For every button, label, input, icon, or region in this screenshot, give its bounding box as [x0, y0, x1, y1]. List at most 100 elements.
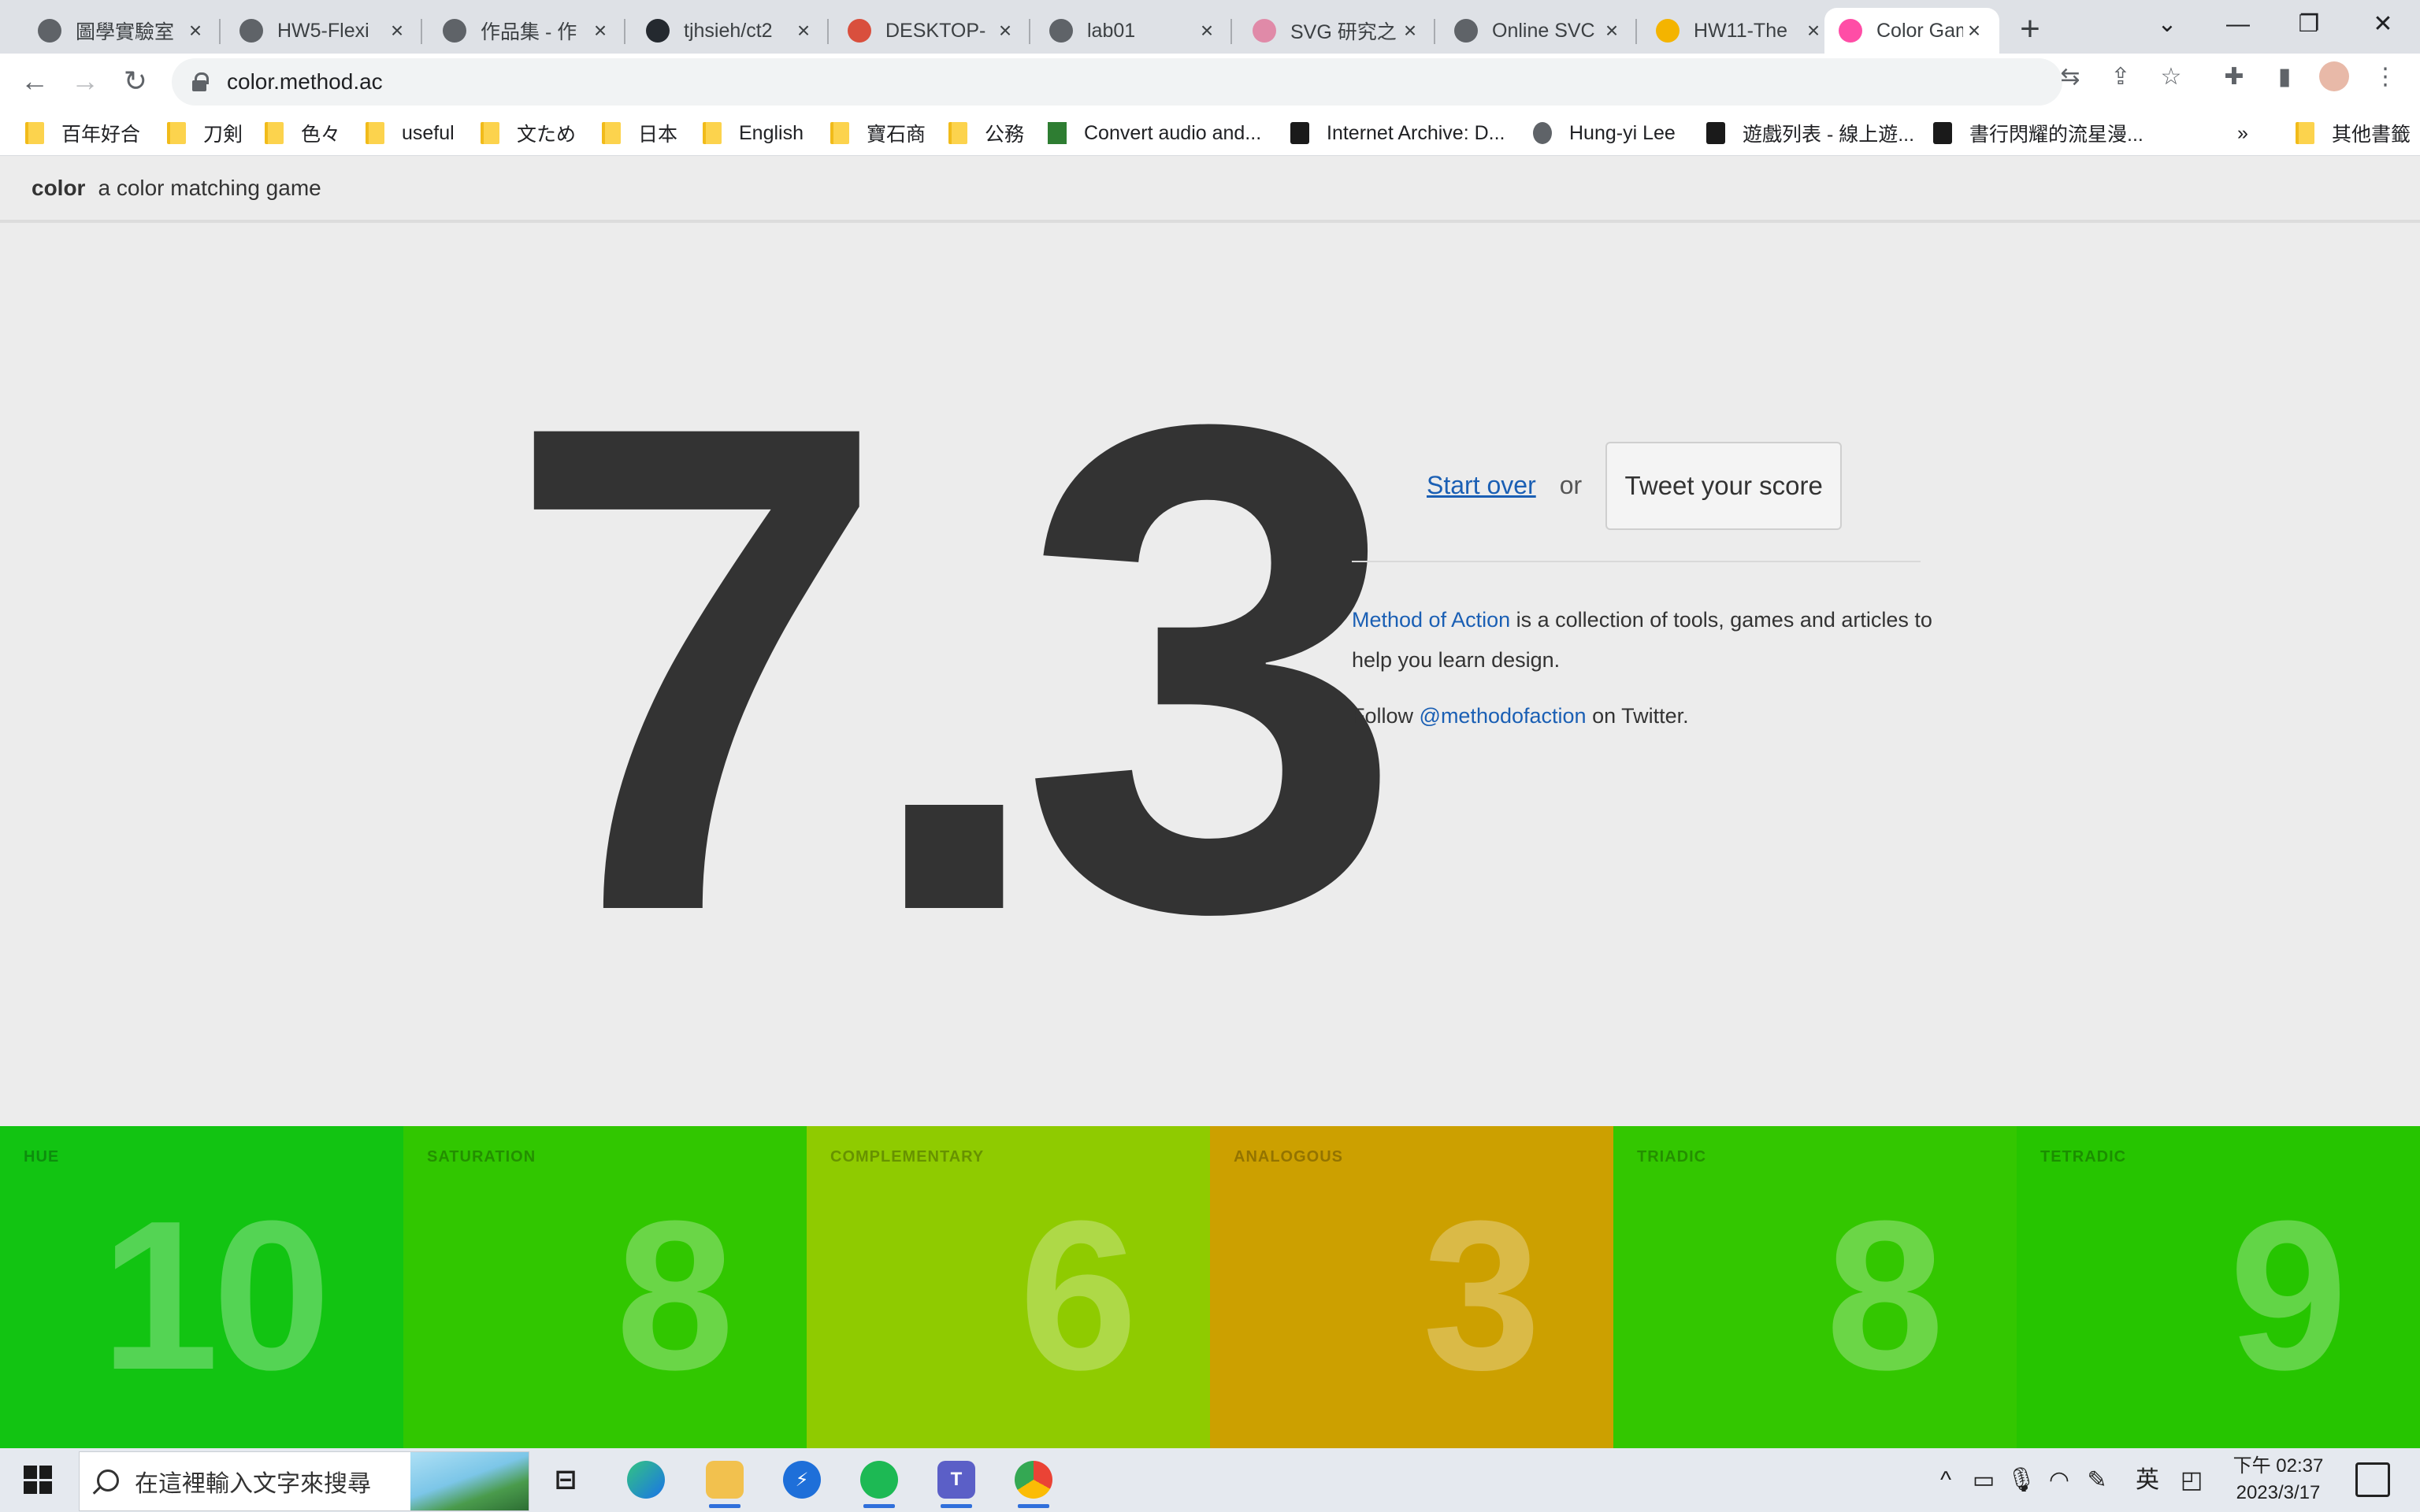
bookmark-item[interactable]: » [2237, 120, 2248, 146]
chrome-icon[interactable] [1015, 1461, 1052, 1508]
task-view-icon[interactable]: ⊟ [547, 1461, 585, 1499]
folder-icon [167, 122, 186, 144]
bookmark-item[interactable]: 文ため [481, 120, 576, 146]
reload-icon[interactable]: ↻ [115, 61, 156, 102]
bookmark-label: 遊戲列表 - 線上遊... [1743, 124, 1915, 146]
profile-avatar[interactable] [2319, 61, 2349, 91]
menu-kebab-icon[interactable]: ⋮ [2370, 61, 2401, 93]
bookmark-item[interactable]: 遊戲列表 - 線上遊... [1706, 120, 1914, 146]
folder-icon [830, 122, 849, 144]
tab-10[interactable]: Color Gam × [1824, 8, 1999, 54]
close-window-button[interactable]: ✕ [2348, 5, 2418, 44]
file-explorer-icon[interactable] [706, 1461, 744, 1508]
bookmark-item[interactable]: 日本 [602, 120, 677, 146]
edge-browser-icon[interactable] [627, 1461, 665, 1499]
close-tab-icon[interactable]: × [792, 18, 815, 43]
browser-tab-strip: + ⌄ — ❐ ✕ 圖學實驗室 × HW5-Flexi × 作品集 - 作 × tjhsie… [0, 0, 2420, 54]
close-tab-icon[interactable]: × [1601, 18, 1623, 43]
close-tab-icon[interactable]: × [386, 18, 408, 43]
bookmark-label: Hung-yi Lee [1569, 121, 1676, 144]
tile-score: 9 [2229, 1177, 2348, 1414]
tile-label: TETRADIC [2040, 1148, 2127, 1166]
bookmark-item[interactable]: 公務 [948, 120, 1024, 146]
forward-arrow-icon[interactable]: → [65, 61, 106, 102]
method-of-action-link[interactable]: Method of Action [1352, 608, 1510, 632]
bookmark-label: 書行閃耀的流星漫... [1969, 124, 2143, 146]
windows-start-icon[interactable] [24, 1466, 52, 1494]
translate-icon[interactable]: ⇆ [2054, 61, 2086, 93]
bookmark-item[interactable]: English [703, 120, 804, 146]
start-over-link[interactable]: Start over [1427, 471, 1536, 500]
close-tab-icon[interactable]: × [589, 18, 611, 43]
site-favicon-icon [1048, 122, 1067, 144]
taskbar-search-box[interactable]: 在這裡輸入文字來搜尋 [79, 1451, 529, 1511]
bookmark-item[interactable]: 百年好合 [25, 120, 140, 146]
bookmark-item[interactable]: 色々 [265, 120, 340, 146]
twitter-handle-link[interactable]: @methodofaction [1420, 704, 1587, 728]
bookmark-label: useful [402, 121, 455, 144]
pinned-app-icon[interactable]: ⚡ [783, 1461, 821, 1499]
tab-title: HW5-Flexi [277, 19, 369, 42]
bookmark-item[interactable]: Hung-yi Lee [1533, 120, 1676, 146]
tab-9[interactable]: HW11-The × [1642, 8, 1839, 54]
new-tab-button[interactable]: + [2010, 11, 2050, 50]
bookmark-item[interactable]: 寶石商 [830, 120, 926, 146]
bookmark-label: 公務 [985, 124, 1025, 146]
site-name[interactable]: color [32, 176, 85, 201]
close-tab-icon[interactable]: × [1399, 18, 1421, 43]
address-bar[interactable]: color.method.ac [172, 58, 2062, 106]
follow-prefix: Follow [1352, 704, 1420, 728]
lock-icon[interactable] [191, 72, 209, 92]
tab-2[interactable]: HW5-Flexi × [225, 8, 422, 54]
bookmark-item[interactable]: Convert audio and... [1048, 120, 1261, 146]
system-clock[interactable]: 下午 02:37 2023/3/17 [2228, 1453, 2329, 1506]
ime-mode-icon[interactable]: ◰ [2176, 1467, 2207, 1494]
bookmark-item[interactable]: useful [366, 120, 455, 146]
tab-7[interactable]: SVG 研究之 × [1238, 8, 1435, 54]
tab-3[interactable]: 作品集 - 作 × [429, 8, 625, 54]
spotify-icon[interactable] [860, 1461, 898, 1508]
score-tile-complementary: COMPLEMENTARY 6 [807, 1126, 1210, 1449]
bookmark-label: English [739, 121, 804, 144]
tray-chevron-icon[interactable]: ^ [1930, 1467, 1962, 1494]
bookmark-item[interactable]: Internet Archive: D... [1290, 120, 1505, 146]
tweet-score-button[interactable]: Tweet your score [1605, 441, 1843, 530]
close-tab-icon[interactable]: × [1196, 18, 1218, 43]
battery-icon[interactable]: ▭ [1968, 1467, 1999, 1494]
bookmark-label: 日本 [638, 124, 678, 146]
tab-6[interactable]: lab01 × [1035, 8, 1232, 54]
close-tab-icon[interactable]: × [184, 18, 206, 43]
tab-5[interactable]: DESKTOP- × [833, 8, 1030, 54]
bookmark-item[interactable]: 刀剣 [167, 120, 243, 146]
tab-8[interactable]: Online SVC × [1440, 8, 1637, 54]
wifi-icon[interactable]: ◠ [2043, 1467, 2075, 1494]
share-icon[interactable]: ⇪ [2105, 61, 2136, 93]
pen-icon[interactable]: ✎ [2081, 1467, 2113, 1494]
tab-1[interactable]: 圖學實驗室 × [24, 8, 221, 54]
tile-score: 3 [1422, 1177, 1541, 1414]
back-arrow-icon[interactable]: ← [14, 61, 55, 102]
close-tab-icon[interactable]: × [1963, 18, 1985, 43]
bookmark-label: 色々 [301, 124, 341, 146]
score-tile-triadic: TRIADIC 8 [1613, 1126, 2017, 1449]
color-wheel-icon [1839, 19, 1862, 43]
tab-search-chevron-icon[interactable]: ⌄ [2132, 5, 2203, 44]
restore-button[interactable]: ❐ [2273, 5, 2344, 44]
site-header: color a color matching game [0, 157, 2420, 223]
close-tab-icon[interactable]: × [994, 18, 1016, 43]
extensions-puzzle-icon[interactable]: ✚ [2218, 61, 2250, 93]
close-tab-icon[interactable]: × [1802, 18, 1824, 43]
microphone-icon[interactable]: 🎙 [2006, 1467, 2037, 1494]
notification-center-icon[interactable] [2355, 1462, 2390, 1497]
teams-icon[interactable]: T [937, 1461, 975, 1508]
tab-title: lab01 [1087, 19, 1136, 42]
site-favicon-icon [1706, 122, 1725, 144]
bookmark-item[interactable]: 其他書籤 [2296, 120, 2411, 146]
minimize-button[interactable]: — [2203, 5, 2273, 44]
tab-4[interactable]: tjhsieh/ct2 × [632, 8, 829, 54]
ime-indicator[interactable]: 英 [2132, 1467, 2163, 1494]
bookmark-item[interactable]: 書行閃耀的流星漫... [1933, 120, 2143, 146]
bookmark-star-icon[interactable]: ☆ [2155, 61, 2187, 93]
side-panel-icon[interactable]: ▮ [2269, 61, 2300, 93]
clock-time: 下午 02:37 [2233, 1455, 2324, 1477]
